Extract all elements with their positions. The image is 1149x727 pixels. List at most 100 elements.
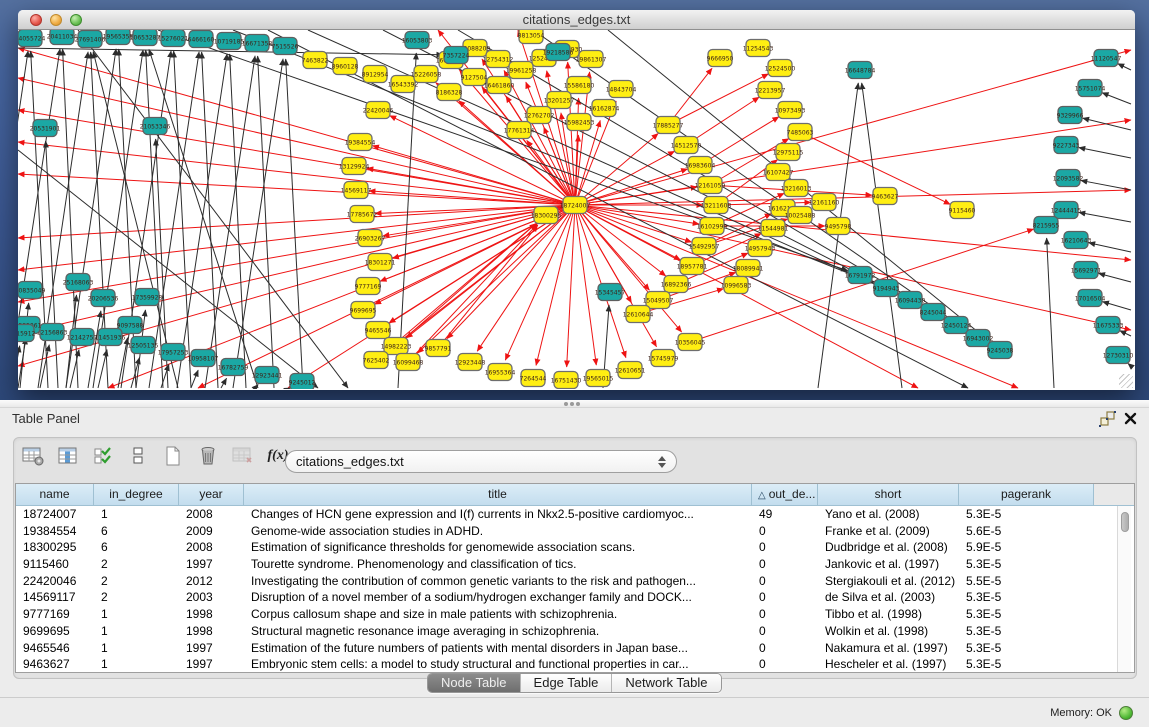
network-node[interactable]: 24055724 [18,30,45,47]
network-node[interactable]: 11451936 [95,329,126,346]
network-node[interactable]: 15492957 [689,238,720,255]
network-node[interactable]: 10835049 [18,282,45,299]
network-node[interactable]: 7625402 [363,352,390,369]
network-node[interactable]: 15276021 [158,30,189,47]
network-node[interactable]: 8960128 [332,58,359,75]
network-node[interactable]: 11120547 [1091,50,1122,67]
network-node[interactable]: 9777169 [355,278,382,295]
network-node[interactable]: 8245044 [920,304,947,321]
network-node[interactable]: 16461860 [484,77,515,94]
network-node[interactable]: 7357224 [443,47,470,64]
network-node[interactable]: 18724007 [560,197,591,214]
network-node[interactable]: 16671358 [242,35,273,52]
network-node[interactable]: 3915912 [18,325,36,342]
network-node[interactable]: 20206536 [88,290,119,307]
network-node[interactable]: 10973493 [775,102,806,119]
table-select-dropdown[interactable]: citations_edges.txt [285,450,677,473]
network-node[interactable]: 11675333 [1093,317,1124,334]
network-node[interactable]: 9227343 [1053,137,1080,154]
network-node[interactable]: 8186328 [436,84,463,101]
network-node[interactable]: 16751430 [551,372,582,389]
network-node[interactable]: 18300295 [531,207,562,224]
network-node[interactable]: 11544981 [758,220,789,237]
column-header-in-degree[interactable]: in_degree [94,484,179,506]
network-node[interactable]: 9463627 [872,188,899,205]
network-node[interactable]: 13216013 [781,180,812,197]
network-node[interactable]: 19384554 [345,134,376,151]
tab-network-table[interactable]: Network Table [611,674,720,692]
network-node[interactable]: 7264544 [520,370,547,387]
network-node[interactable]: 9666950 [707,50,734,67]
network-node[interactable]: 16102999 [697,218,728,235]
network-node[interactable]: 12505135 [128,337,159,354]
network-node[interactable]: 12093582 [1053,170,1084,187]
network-node[interactable]: 16107427 [763,164,794,181]
network-node[interactable]: 16955364 [485,364,516,381]
window-resize-grip[interactable] [1119,374,1133,388]
network-node[interactable]: 20531901 [30,120,61,137]
network-node[interactable]: 15692971 [1071,262,1102,279]
network-node[interactable]: 19218586 [543,44,574,61]
table-row[interactable]: 946362711997Embryonic stem cells: a mode… [16,656,1134,673]
network-node[interactable]: 8912954 [362,66,389,83]
network-node[interactable]: 9245038 [987,342,1014,359]
network-node[interactable]: 12161059 [695,177,726,194]
network-node[interactable]: 6466160 [188,31,215,48]
network-node[interactable]: 9245012 [289,374,316,390]
close-window-button[interactable] [30,14,42,26]
network-node[interactable]: 10356045 [675,334,706,351]
network-window[interactable]: citations_edges.txt 1872400718300295 2405… [18,10,1135,390]
network-node[interactable]: 16099468 [393,354,424,371]
float-window-icon[interactable] [1099,410,1116,427]
network-node[interactable]: 18089941 [733,260,764,277]
zoom-window-button[interactable] [70,14,82,26]
table-row[interactable]: 1830029562008Estimation of significance … [16,539,1134,556]
network-node[interactable]: 12142757 [67,329,98,346]
splitter-grip-icon[interactable] [570,402,574,406]
network-node[interactable]: 12610644 [623,306,654,323]
network-node[interactable]: 9465546 [365,322,392,339]
network-node[interactable]: 8215955 [1033,217,1060,234]
table-scrollbar-thumb[interactable] [1121,512,1129,532]
network-node[interactable]: 12161160 [809,194,840,211]
table-row[interactable]: 1938455462009Genome-wide association stu… [16,523,1134,540]
network-node[interactable]: 13211608 [701,197,732,214]
network-node[interactable]: 17016504 [1075,290,1106,307]
table-row[interactable]: 977716911998Corpus callosum shape and si… [16,606,1134,623]
table-row[interactable]: 969969511998Structural magnetic resonanc… [16,623,1134,640]
minimize-window-button[interactable] [50,14,62,26]
network-node[interactable]: 17885277 [653,117,684,134]
network-node[interactable]: 15751074 [1075,80,1106,97]
network-node[interactable]: 12923441 [252,367,283,384]
network-node[interactable]: 11254543 [743,40,774,57]
network-node[interactable]: 12610651 [615,362,646,379]
table-row[interactable]: 2242004622012Investigating the contribut… [16,573,1134,590]
network-node[interactable]: 7515526 [272,38,299,55]
close-panel-icon[interactable] [1124,412,1137,425]
network-node[interactable]: 9495798 [825,218,852,235]
table-row[interactable]: 1872400712008Changes of HCN gene express… [16,506,1134,523]
network-node[interactable]: 10653287 [130,30,161,46]
network-node[interactable]: 13129924 [339,158,370,175]
network-node[interactable]: 15345457 [595,284,626,301]
network-node[interactable]: 17957253 [158,344,189,361]
column-header-short[interactable]: short [818,484,959,506]
network-node[interactable]: 12762702 [524,107,555,124]
network-node[interactable]: 9329966 [1057,107,1084,124]
network-node[interactable]: 12444415 [1051,202,1082,219]
row-view-icon[interactable] [125,443,151,469]
column-show-icon[interactable] [55,443,81,469]
network-node[interactable]: 16053803 [402,32,433,49]
column-header-pagerank[interactable]: pagerank [959,484,1094,506]
network-node[interactable]: 22420046 [363,102,394,119]
window-titlebar[interactable]: citations_edges.txt [18,10,1135,30]
delete-column-icon[interactable] [195,443,221,469]
table-settings-icon[interactable] [20,443,46,469]
network-node[interactable]: 9857791 [425,340,452,357]
network-node[interactable]: 7463822 [302,52,329,69]
network-node[interactable]: 12524500 [765,60,796,77]
network-node[interactable]: 16983604 [685,157,716,174]
column-select-icon[interactable] [90,443,116,469]
network-node[interactable]: 16648784 [845,62,876,79]
tab-node-table[interactable]: Node Table [428,674,520,692]
